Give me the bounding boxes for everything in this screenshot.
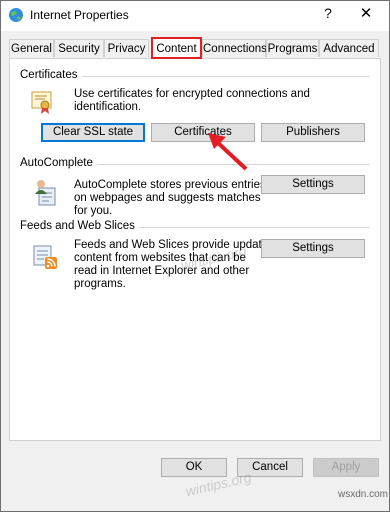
tab-privacy[interactable]: Privacy — [104, 39, 149, 57]
content-tab-panel: Certificates Use certificates for encryp… — [9, 58, 381, 441]
tab-content[interactable]: Content — [151, 37, 202, 59]
certificates-section-title: Certificates — [20, 69, 82, 81]
red-annotation-arrow-icon — [206, 131, 250, 176]
autocomplete-form-icon — [33, 178, 59, 209]
tab-strip: General Security Privacy Content Connect… — [9, 37, 381, 59]
certificates-description: Use certificates for encrypted connectio… — [74, 88, 310, 113]
feeds-icon — [32, 244, 58, 273]
certificate-icon — [31, 91, 53, 118]
title-bar: Internet Properties ? ✕ — [1, 1, 389, 31]
tab-connections[interactable]: Connections — [202, 39, 267, 57]
autocomplete-description-line-2: on webpages and suggests matches — [74, 192, 261, 204]
help-button[interactable]: ? — [319, 5, 337, 21]
feeds-divider — [127, 227, 370, 228]
autocomplete-settings-button[interactable]: Settings — [261, 175, 365, 194]
autocomplete-section-title: AutoComplete — [20, 157, 97, 169]
window-title: Internet Properties — [30, 8, 129, 22]
feeds-settings-button[interactable]: Settings — [261, 239, 365, 258]
tab-security[interactable]: Security — [54, 39, 104, 57]
autocomplete-description-line-3: for you. — [74, 205, 113, 217]
tab-general[interactable]: General — [9, 39, 54, 57]
autocomplete-description-line-1: AutoComplete stores previous entries — [74, 179, 266, 191]
feeds-description-line-4: programs. — [74, 278, 126, 290]
certificates-divider — [80, 76, 370, 77]
corner-mark-text: wsxdn.com — [338, 489, 389, 500]
ok-button[interactable]: OK — [161, 458, 227, 477]
close-button[interactable]: ✕ — [357, 4, 375, 22]
publishers-button[interactable]: Publishers — [261, 123, 365, 142]
tab-programs[interactable]: Programs — [266, 39, 319, 57]
feeds-section-title: Feeds and Web Slices — [20, 220, 139, 232]
clear-ssl-state-button[interactable]: Clear SSL state — [41, 123, 145, 142]
tab-advanced[interactable]: Advanced — [319, 39, 379, 57]
internet-globe-icon — [8, 7, 24, 23]
feeds-description-line-3: read in Internet Explorer and other — [74, 265, 250, 277]
apply-button[interactable]: Apply — [313, 458, 379, 477]
